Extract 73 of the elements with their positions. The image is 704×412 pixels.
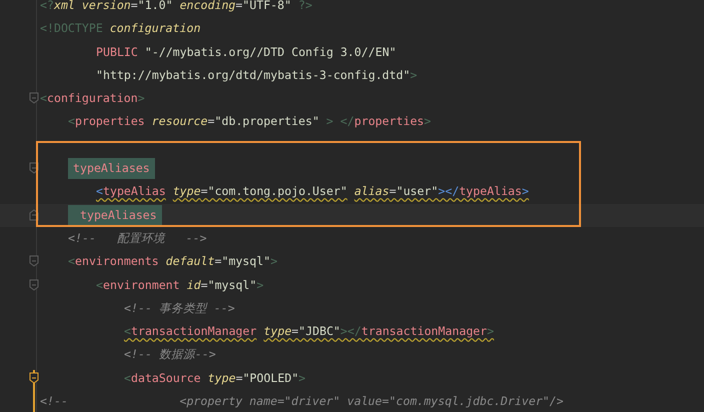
attribute-value: "-//mybatis.org//DTD Config 3.0//EN" [144,44,396,61]
matched-tag: typeAliases [68,204,162,226]
tag-name: configuration [46,90,138,108]
attribute-name: type [264,323,292,340]
tag-bracket: > [522,183,529,200]
fold-marker-icon[interactable] [29,255,39,268]
attribute-name: type [208,370,236,387]
equals-sign: = [208,113,215,130]
attribute-name: configuration [110,20,201,38]
tag-bracket: > [424,113,432,130]
tag-bracket: > </ [325,113,354,130]
code-comment: <!-- 配置环境 --> [68,230,207,247]
code-comment: <!-- 数据源--> [124,346,216,364]
equals-sign: = [292,323,299,340]
attribute-value: "JDBC" [298,323,340,340]
attribute-value: "http://mybatis.org/dtd/mybatis-3-config.dtd" [96,66,410,84]
tag-bracket: > [298,370,306,387]
attribute-value: "mysql" [208,276,257,294]
equals-sign: = [236,370,243,387]
tag-name: typeAlias [459,183,522,200]
tag-name: transactionManager [130,323,257,340]
attribute-name: id [186,276,201,294]
code-comment: <!-- 事务类型 --> [124,300,235,317]
tag-bracket: > [256,276,264,294]
code-comment: <!-- <property name="driver" value="com.mysql.jdbc.Driver"/> [40,393,564,410]
equals-sign: = [200,276,208,294]
attribute-name: resource [152,113,208,130]
tag-name: environments [74,253,159,270]
tag-bracket: < [124,370,131,387]
doctype-keyword: <!DOCTYPE [40,20,103,38]
tag-bracket: ></ [340,323,362,340]
tag-bracket: < [124,323,131,340]
tag-bracket: > [270,253,278,270]
tag-bracket: ?> [297,0,312,14]
attribute-name: alias [354,183,390,200]
tag-bracket: <? [40,0,54,14]
attribute-value: "UTF-8" [242,0,292,14]
attribute-value: "POOLED" [242,370,299,387]
tag-name: typeAlias [102,183,166,200]
tag-name: properties [74,113,145,130]
attribute-name: encoding [180,0,236,14]
tag-bracket: < [40,90,47,108]
tag-bracket: < [68,113,75,130]
keyword: PUBLIC [96,44,138,61]
tag-bracket: > [487,323,494,340]
attribute-value: "com.tong.pojo.User" [208,183,348,200]
tag-bracket: < [68,253,75,270]
tag-name: dataSource [130,370,201,387]
equals-sign: = [236,0,243,14]
tag-bracket: < [96,276,103,294]
tag-name: transactionManager [361,323,488,340]
equals-sign: = [389,183,396,200]
tag-name: properties [354,113,424,130]
attribute-name: version [82,0,131,14]
equals-sign: = [200,183,208,200]
fold-marker-icon[interactable] [29,92,39,104]
attribute-value: "db.properties" [214,113,320,130]
equals-sign: = [214,253,222,270]
attribute-name: default [166,253,215,270]
tag-name: environment [102,276,180,294]
attribute-name: xml [54,0,75,14]
attribute-value: "user" [396,183,438,200]
tag-bracket: < [96,183,103,200]
attribute-value: "1.0" [138,0,173,14]
tag-bracket: > [410,66,418,84]
fold-marker-icon[interactable] [29,278,39,291]
equals-sign: = [130,0,138,14]
attribute-name: type [172,183,201,200]
fold-marker-icon[interactable] [29,372,39,384]
tag-bracket: > [138,90,145,108]
tag-bracket: ></ [438,183,460,200]
matched-tag: typeAliases [68,158,155,180]
attribute-value: "mysql" [222,253,270,270]
